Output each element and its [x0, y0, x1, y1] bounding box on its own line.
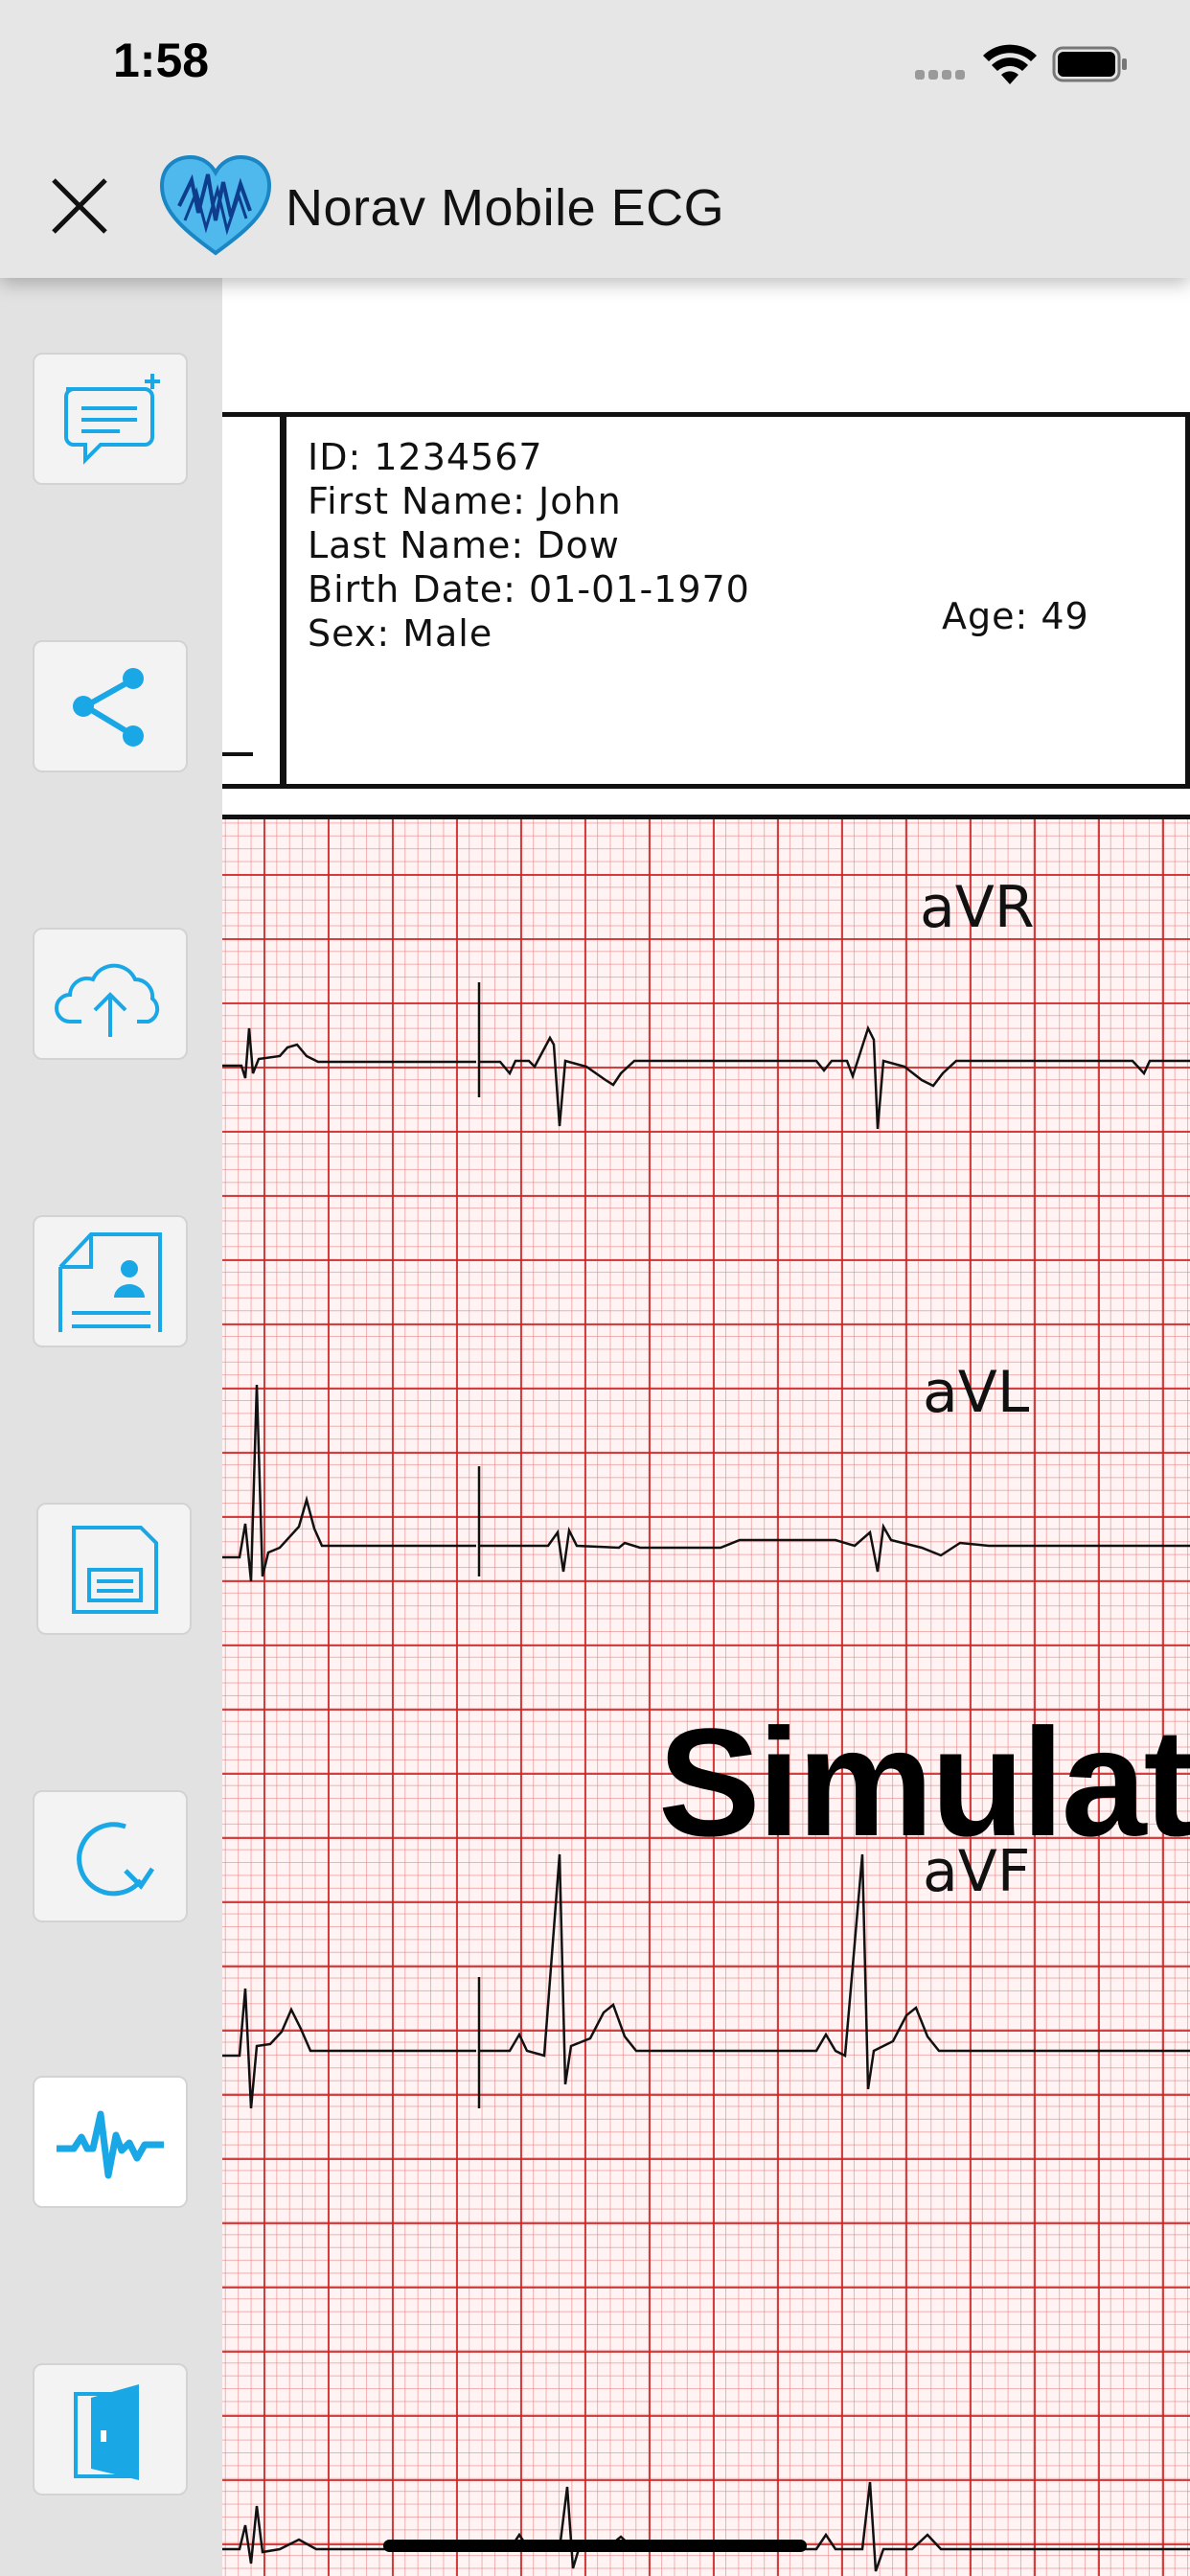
report-header-frame [222, 412, 280, 789]
ecg-trace-bottom [222, 2481, 1190, 2572]
lead-label-avr: aVR [920, 874, 1035, 941]
cellular-signal-icon [915, 67, 969, 84]
patient-id: ID: 1234567 [308, 436, 543, 478]
add-comment-icon [64, 374, 160, 465]
lead-label-avl: aVL [923, 1359, 1030, 1426]
patient-birth-date: Birth Date: 01-01-1970 [308, 568, 750, 610]
share-icon [73, 668, 144, 747]
top-bar: 1:58 Norav Mobile ECG [0, 0, 1190, 278]
app-logo-icon [159, 154, 272, 256]
patient-age: Age: 49 [942, 595, 1089, 637]
add-comment-button[interactable] [33, 353, 188, 485]
ecg-trace-avf [222, 1853, 1190, 2109]
ecg-view-button[interactable] [33, 2076, 188, 2208]
app-title: Norav Mobile ECG [286, 179, 725, 237]
cloud-upload-button[interactable] [33, 928, 188, 1060]
exit-button[interactable] [33, 2363, 188, 2496]
sidebar [0, 278, 222, 2576]
save-button[interactable] [36, 1503, 192, 1635]
patient-info-box: ID: 1234567 First Name: John Last Name: … [280, 412, 1190, 789]
battery-icon [1052, 46, 1127, 82]
patient-last-name: Last Name: Dow [308, 524, 620, 566]
lead-label-avf: aVF [923, 1838, 1031, 1905]
ecg-report: ID: 1234567 First Name: John Last Name: … [222, 278, 1190, 2576]
patient-sex: Sex: Male [308, 612, 493, 655]
share-button[interactable] [33, 640, 188, 772]
ecg-trace-avl [222, 1384, 1190, 1582]
wifi-icon [983, 44, 1037, 84]
refresh-button[interactable] [33, 1790, 188, 1922]
home-indicator[interactable] [383, 2540, 807, 2552]
ecg-waveform-icon [57, 2110, 164, 2179]
save-icon [72, 1526, 158, 1614]
doctor-report-button[interactable] [33, 1215, 188, 1347]
close-icon[interactable] [48, 174, 111, 238]
doctor-report-icon [58, 1232, 162, 1332]
status-time: 1:58 [113, 34, 210, 87]
ecg-trace-avr [222, 982, 1190, 1130]
refresh-icon [77, 1822, 155, 1897]
cloud-upload-icon [55, 963, 160, 1037]
patient-first-name: First Name: John [308, 480, 622, 522]
exit-door-icon [74, 2384, 139, 2480]
